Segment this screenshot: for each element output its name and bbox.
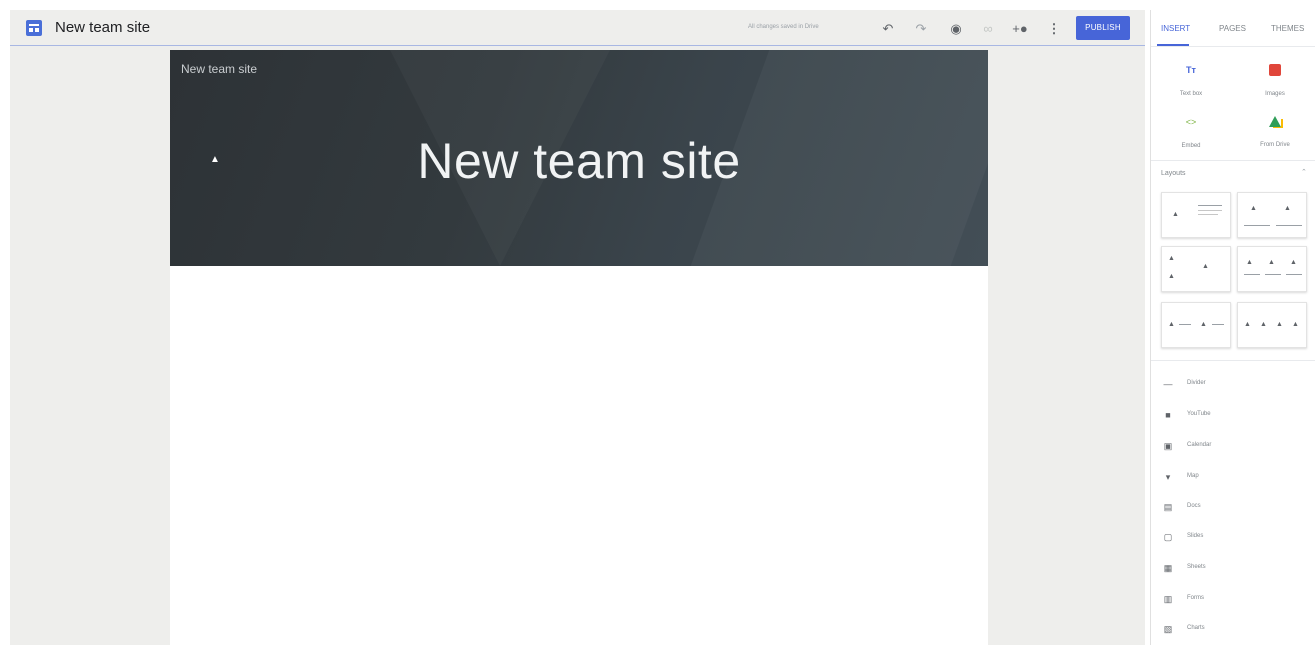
map-pin-icon: ▾ [1165,472,1171,482]
site-title[interactable]: New team site [55,19,150,36]
image-placeholder-icon: ▲ [1168,255,1175,262]
link-icon[interactable]: ∞ [980,22,996,36]
drive-icon [1269,116,1281,127]
preview-eye-icon[interactable]: ◉ [948,22,964,36]
calendar-icon: ▣ [1163,441,1173,451]
image-placeholder-icon: ▲ [1260,321,1267,328]
more-options-icon[interactable]: ⋮ [1046,22,1062,36]
page-title[interactable]: New team site [170,132,988,190]
image-placeholder-icon: ▲ [1290,259,1297,266]
layout-option-4[interactable]: ▲ ▲ ▲ [1237,246,1307,292]
image-placeholder-icon: ▲ [1200,321,1207,328]
undo-icon[interactable]: ↶ [880,22,896,36]
text-box-icon: Tт [1186,65,1196,75]
embed-icon: <> [1185,117,1197,127]
layout-option-3[interactable]: ▲ ▲ ▲ [1161,246,1231,292]
image-placeholder-icon: ▲ [1202,263,1209,270]
tab-insert[interactable]: INSERT [1161,24,1190,33]
layouts-heading: Layouts [1161,170,1186,177]
image-icon [1269,64,1281,76]
sites-logo-icon[interactable] [26,20,42,36]
image-placeholder-icon: ▲ [1244,321,1251,328]
insert-images[interactable]: Images [1245,64,1305,100]
charts-icon: ▧ [1163,624,1173,634]
panel-tabs: INSERT PAGES THEMES [1151,10,1315,46]
sites-editor: New team site All changes saved in Drive… [0,0,1315,645]
divider-icon: — [1163,379,1173,389]
publish-button[interactable]: PUBLISH [1076,16,1130,40]
share-add-person-icon[interactable]: +● [1012,22,1028,36]
redo-icon[interactable]: ↷ [913,22,929,36]
image-placeholder-icon: ▲ [1246,259,1253,266]
site-page[interactable]: New team site ▲ New team site [170,50,988,645]
image-placeholder-icon: ▲ [1268,259,1275,266]
docs-icon: ▤ [1163,502,1173,512]
tab-pages[interactable]: PAGES [1219,24,1246,33]
image-placeholder-icon: ▲ [1276,321,1283,328]
youtube-icon: ■ [1165,410,1171,420]
save-status: All changes saved in Drive [748,24,819,30]
tab-themes[interactable]: THEMES [1271,24,1304,33]
image-placeholder-icon: ▲ [1172,211,1179,218]
sheets-icon: ▦ [1163,563,1173,573]
image-placeholder-icon: ▲ [1168,273,1175,280]
image-placeholder-icon: ▲ [1168,321,1175,328]
insert-panel: INSERT PAGES THEMES Tт Text box Images <… [1150,10,1315,645]
collapse-chevron-icon[interactable]: ⌃ [1301,168,1307,176]
layout-option-2[interactable]: ▲ ▲ [1237,192,1307,238]
insert-text-box[interactable]: Tт Text box [1161,64,1221,100]
editor-canvas: New team site ▲ New team site [10,46,1145,645]
nav-site-name[interactable]: New team site [181,62,257,76]
image-placeholder-icon: ▲ [1250,205,1257,212]
layout-option-1[interactable]: ▲ [1161,192,1231,238]
forms-icon: ▥ [1163,594,1173,604]
divider [1151,160,1315,161]
header-banner[interactable]: New team site ▲ New team site [170,50,988,266]
image-placeholder-icon: ▲ [1292,321,1299,328]
divider [1151,46,1315,47]
insert-embed[interactable]: <> Embed [1161,116,1221,152]
insert-from-drive[interactable]: From Drive [1245,116,1305,151]
top-bar: New team site All changes saved in Drive… [10,10,1145,46]
slides-icon: ▢ [1163,532,1173,542]
divider [1151,360,1315,361]
layout-option-6[interactable]: ▲ ▲ ▲ ▲ [1237,302,1307,348]
image-placeholder-icon: ▲ [1284,205,1291,212]
layout-option-5[interactable]: ▲ ▲ [1161,302,1231,348]
